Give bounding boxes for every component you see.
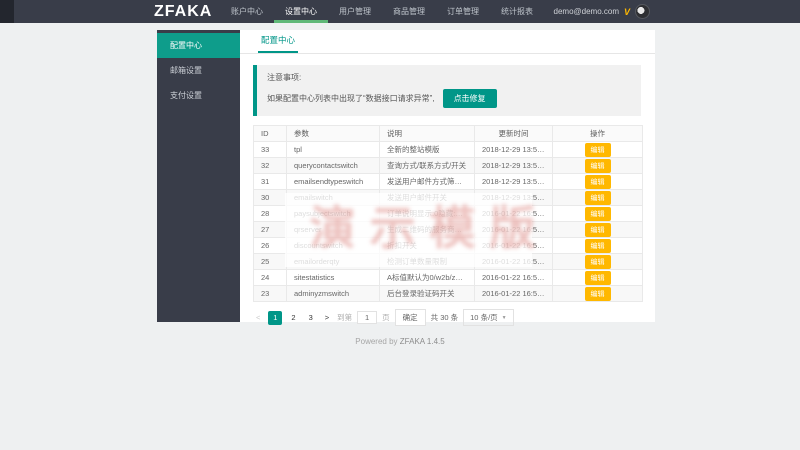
- chevron-down-icon: ▼: [502, 315, 507, 321]
- main-menu: 账户中心 设置中心 用户管理 商品管理 订单管理 统计报表: [220, 0, 544, 23]
- sidebar-item-config-center[interactable]: 配置中心: [157, 33, 240, 58]
- menu-item-products[interactable]: 商品管理: [382, 0, 436, 23]
- page-number-3[interactable]: 3: [305, 311, 317, 325]
- table-row: 25emailorderqty检测订单数量限制2016-01-22 16:51:…: [254, 254, 643, 270]
- edit-button[interactable]: 编辑: [585, 191, 611, 205]
- edit-button[interactable]: 编辑: [585, 207, 611, 221]
- footer-brand-version: ZFAKA 1.4.5: [400, 337, 445, 346]
- powered-by-label: Powered by: [355, 337, 397, 346]
- menu-item-users[interactable]: 用户管理: [328, 0, 382, 23]
- page-size-select[interactable]: 10 条/页 ▼: [463, 309, 513, 326]
- notice-title: 注意事项:: [267, 72, 631, 83]
- user-area: demo@demo.com V: [554, 0, 651, 23]
- notice-body: 如果配置中心列表中出现了“数据接口请求异常”,: [267, 93, 435, 104]
- page-prev-button[interactable]: <: [253, 313, 263, 322]
- sidebar-item-payment-settings[interactable]: 支付设置: [157, 83, 240, 108]
- table-row: 31emailsendtypeswitch发送用户邮件方式筛选开关2018-12…: [254, 174, 643, 190]
- edit-button[interactable]: 编辑: [585, 159, 611, 173]
- col-header-updated: 更新时间: [475, 126, 553, 142]
- menu-item-account[interactable]: 账户中心: [220, 0, 274, 23]
- footer: Powered by ZFAKA 1.4.5: [0, 337, 800, 346]
- table-row: 27qrserver生成二维码的服务商地址2016-01-22 16:51:14…: [254, 222, 643, 238]
- table-row: 26discountswitch折扣开关2016-01-22 16:51:14编…: [254, 238, 643, 254]
- col-header-desc: 说明: [380, 126, 475, 142]
- col-header-id: ID: [254, 126, 287, 142]
- table-row: 23adminyzmswitch后台登录验证码开关2016-01-22 16:5…: [254, 286, 643, 302]
- page-next-button[interactable]: >: [322, 313, 332, 322]
- sidebar-item-email-settings[interactable]: 邮箱设置: [157, 58, 240, 83]
- table-row: 32querycontactswitch查询方式/联系方式/开关2018-12-…: [254, 158, 643, 174]
- table-row: 30emailswitch发送用户邮件开关2018-12-29 13:59:46…: [254, 190, 643, 206]
- jump-page-input[interactable]: [357, 311, 377, 324]
- navbar-corner-block: [0, 0, 14, 23]
- top-navbar: ZFAKA 账户中心 设置中心 用户管理 商品管理 订单管理 统计报表 demo…: [0, 0, 800, 23]
- vip-badge-icon: V: [624, 7, 630, 17]
- config-table: ID 参数 说明 更新时间 操作 33tpl全新的整站模版2018-12-29 …: [253, 125, 643, 302]
- col-header-actions: 操作: [553, 126, 643, 142]
- total-count-label: 共 30 条: [431, 312, 459, 323]
- table-row: 28paysubjectswitch订单说明显示:0隐藏:1显示2016-01-…: [254, 206, 643, 222]
- page-number-1[interactable]: 1: [268, 311, 282, 325]
- edit-button[interactable]: 编辑: [585, 223, 611, 237]
- pagination: < 1 2 3 > 到第 页 确定 共 30 条 10 条/页 ▼: [253, 309, 642, 326]
- app-logo[interactable]: ZFAKA: [154, 0, 212, 23]
- content-card: 配置中心 注意事项: 如果配置中心列表中出现了“数据接口请求异常”, 点击修复 …: [240, 30, 655, 322]
- edit-button[interactable]: 编辑: [585, 255, 611, 269]
- table-row: 24sitestatisticsA标值默认为0/w2b/zhidingpage值…: [254, 270, 643, 286]
- page-number-2[interactable]: 2: [287, 311, 299, 325]
- tab-bar: 配置中心: [240, 30, 655, 54]
- edit-button[interactable]: 编辑: [585, 175, 611, 189]
- menu-item-reports[interactable]: 统计报表: [490, 0, 544, 23]
- menu-item-orders[interactable]: 订单管理: [436, 0, 490, 23]
- avatar[interactable]: [635, 4, 650, 19]
- jump-prefix-label: 到第: [337, 312, 352, 323]
- confirm-button[interactable]: 确定: [395, 309, 426, 326]
- table-row: 33tpl全新的整站模版2018-12-29 13:59:46编辑: [254, 142, 643, 158]
- page-size-value: 10 条/页: [470, 312, 498, 323]
- edit-button[interactable]: 编辑: [585, 143, 611, 157]
- fix-button[interactable]: 点击修复: [443, 89, 497, 108]
- sidebar: 配置中心 邮箱设置 支付设置: [157, 30, 240, 322]
- user-email[interactable]: demo@demo.com: [554, 7, 619, 16]
- table-header-row: ID 参数 说明 更新时间 操作: [254, 126, 643, 142]
- menu-item-settings[interactable]: 设置中心: [274, 0, 328, 23]
- tab-config-center[interactable]: 配置中心: [258, 30, 298, 53]
- col-header-param: 参数: [287, 126, 380, 142]
- jump-suffix-label: 页: [382, 312, 390, 323]
- edit-button[interactable]: 编辑: [585, 287, 611, 301]
- edit-button[interactable]: 编辑: [585, 239, 611, 253]
- notice-box: 注意事项: 如果配置中心列表中出现了“数据接口请求异常”, 点击修复: [253, 65, 641, 116]
- edit-button[interactable]: 编辑: [585, 271, 611, 285]
